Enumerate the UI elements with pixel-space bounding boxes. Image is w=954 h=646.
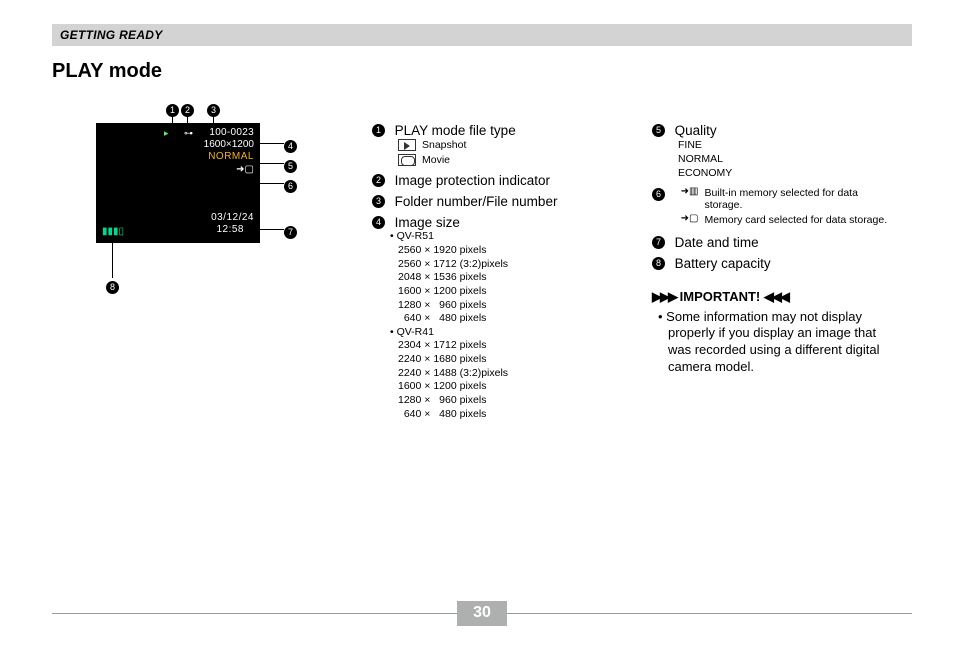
- legend-item-2: 2 Image protection indicator: [372, 173, 622, 188]
- builtin-mem-label: Built-in memory selected for data storag…: [704, 187, 890, 211]
- num-6: 6: [652, 188, 665, 201]
- page-title: PLAY mode: [52, 60, 912, 83]
- memory-icon: ➜▢: [236, 164, 254, 175]
- card-mem-icon: ➜▢: [681, 214, 699, 224]
- num-7: 7: [652, 236, 665, 249]
- quality-display: NORMAL: [208, 151, 254, 162]
- mark-left-icon: ▶▶▶: [652, 289, 676, 304]
- movie-label: Movie: [422, 153, 450, 167]
- lead-line: [112, 243, 113, 278]
- legend-title: Battery capacity: [675, 256, 771, 271]
- pixel-line: 1280 × 960 pixels: [398, 299, 622, 313]
- play-mode-icon: ▸: [164, 128, 169, 139]
- pixel-line: 2240 × 1680 pixels: [398, 353, 622, 367]
- snapshot-icon: [398, 139, 416, 151]
- folder-file-display: 100-0023: [209, 127, 254, 138]
- pixel-line: 640 × 480 pixels: [398, 312, 622, 326]
- mark-right-icon: ◀◀◀: [764, 289, 788, 304]
- lcd-screen: ▸ ⊶ 100-0023 1600×1200 NORMAL ➜▢ 03/12/2…: [96, 123, 260, 243]
- pixel-line: 1600 × 1200 pixels: [398, 380, 622, 394]
- important-heading: ▶▶▶ IMPORTANT! ◀◀◀: [652, 289, 902, 305]
- lead-line: [260, 163, 284, 164]
- legend-item-3: 3 Folder number/File number: [372, 194, 622, 209]
- movie-icon: [398, 154, 416, 166]
- num-3: 3: [372, 195, 385, 208]
- snapshot-label: Snapshot: [422, 138, 466, 152]
- model-2: • QV-R41: [390, 326, 622, 340]
- image-size-display: 1600×1200: [204, 139, 254, 150]
- date-display: 03/12/24: [211, 212, 254, 223]
- lead-line: [260, 183, 284, 184]
- num-2: 2: [372, 174, 385, 187]
- legend-col-1: 1 PLAY mode file type Snapshot Movie 2 I…: [372, 123, 622, 427]
- legend-item-7: 7 Date and time: [652, 235, 902, 250]
- pixel-line: 1600 × 1200 pixels: [398, 285, 622, 299]
- pixel-line: 640 × 480 pixels: [398, 408, 622, 422]
- time-display: 12:58: [216, 224, 244, 235]
- quality-option: FINE: [678, 138, 902, 152]
- legend-col-2: 5 Quality FINE NORMAL ECONOMY 6 ➜▥ Built-…: [652, 123, 902, 427]
- legend-title: Image size: [395, 215, 460, 230]
- pixel-line: 2560 × 1920 pixels: [398, 244, 622, 258]
- legend-item-4: 4 Image size • QV-R51 2560 × 1920 pixels…: [372, 215, 622, 421]
- num-4: 4: [372, 216, 385, 229]
- quality-option: ECONOMY: [678, 166, 902, 180]
- num-8: 8: [652, 257, 665, 270]
- footer-rule: [52, 613, 457, 614]
- footer-rule: [507, 613, 912, 614]
- callout-7: 7: [284, 223, 297, 239]
- screen-column: 1 2 3 4 5 6 7 8 ▸ ⊶ 100-0023 1600×1200 N…: [52, 123, 372, 427]
- legend-item-6: 6 ➜▥ Built-in memory selected for data st…: [652, 187, 902, 229]
- legend-item-5: 5 Quality FINE NORMAL ECONOMY: [652, 123, 902, 181]
- legend-item-8: 8 Battery capacity: [652, 256, 902, 271]
- callout-8: 8: [106, 278, 119, 294]
- legend-title: Image protection indicator: [395, 173, 550, 188]
- lock-icon: ⊶: [184, 128, 193, 139]
- battery-icon: ▮▮▮▯: [102, 226, 124, 237]
- lead-line: [260, 143, 284, 144]
- card-mem-label: Memory card selected for data storage.: [704, 214, 887, 226]
- callout-4: 4: [284, 137, 297, 153]
- pixel-line: 2240 × 1488 (3:2)pixels: [398, 367, 622, 381]
- section-header: GETTING READY: [52, 24, 912, 46]
- legend-title: Quality: [675, 123, 717, 138]
- legend-columns: 1 PLAY mode file type Snapshot Movie 2 I…: [372, 123, 902, 427]
- page-footer: 30: [52, 601, 912, 626]
- num-1: 1: [372, 124, 385, 137]
- callout-6: 6: [284, 177, 297, 193]
- important-label: IMPORTANT!: [680, 289, 761, 304]
- pixel-line: 2560 × 1712 (3:2)pixels: [398, 258, 622, 272]
- num-5: 5: [652, 124, 665, 137]
- pixel-line: 2304 × 1712 pixels: [398, 339, 622, 353]
- quality-option: NORMAL: [678, 152, 902, 166]
- pixel-line: 1280 × 960 pixels: [398, 394, 622, 408]
- content-area: 1 2 3 4 5 6 7 8 ▸ ⊶ 100-0023 1600×1200 N…: [52, 123, 912, 427]
- lead-line: [260, 229, 284, 230]
- builtin-mem-icon: ➜▥: [681, 187, 699, 197]
- legend-title: Folder number/File number: [395, 194, 558, 209]
- legend-item-1: 1 PLAY mode file type Snapshot Movie: [372, 123, 622, 167]
- model-1: • QV-R51: [390, 230, 622, 244]
- page-number: 30: [457, 601, 507, 626]
- important-text: Some information may not display properl…: [668, 309, 902, 377]
- legend-title: Date and time: [675, 235, 759, 250]
- pixel-line: 2048 × 1536 pixels: [398, 271, 622, 285]
- legend-title: PLAY mode file type: [395, 123, 516, 138]
- callout-5: 5: [284, 157, 297, 173]
